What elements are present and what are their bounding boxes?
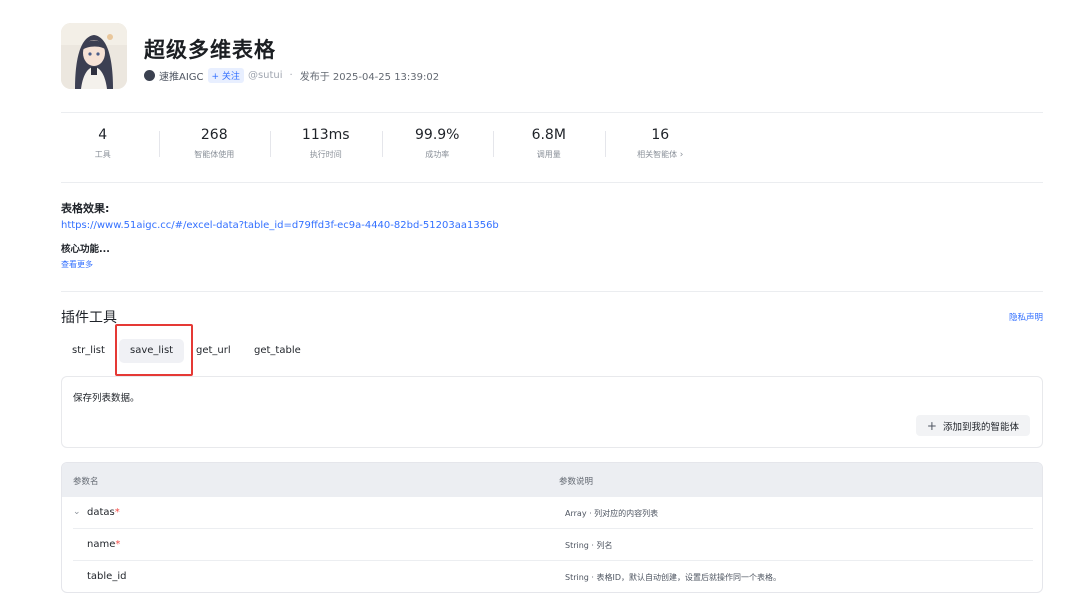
description-heading: 表格效果: (61, 202, 110, 215)
stat-label: 成功率 (425, 150, 450, 159)
privacy-link[interactable]: 隐私声明 (1009, 311, 1043, 323)
stat-label: 工具 (94, 150, 111, 159)
section-title: 插件工具 (61, 310, 117, 326)
col-param-desc: 参数说明 (559, 477, 594, 487)
col-param-name: 参数名 (73, 477, 99, 487)
param-name: name* (87, 539, 121, 550)
stat-label: 执行时间 (309, 150, 342, 159)
stat-exec-time: 113ms 执行时间 (270, 127, 382, 160)
table-row: table_id String · 表格ID，默认自动创建，设置后就操作同一个表… (73, 561, 1033, 592)
tab-get-url[interactable]: get_url (185, 339, 242, 363)
stat-value: 6.8M (531, 127, 566, 143)
stat-value: 113ms (301, 127, 350, 143)
stat-value: 16 (651, 127, 670, 143)
param-desc: String · 列名 (565, 541, 613, 550)
publish-time: 发布于 2025-04-25 13:39:02 (299, 72, 440, 83)
description-core: 核心功能... (61, 244, 110, 255)
stat-value: 99.9% (415, 127, 460, 143)
author-name[interactable]: 速推AIGC (159, 68, 204, 83)
demo-link[interactable]: https://www.51aigc.cc/#/excel-data?table… (61, 220, 499, 231)
stat-success-rate: 99.9% 成功率 (381, 127, 494, 160)
tab-str-list[interactable]: str_list (61, 339, 116, 363)
stat-call-volume: 6.8M 调用量 (493, 127, 605, 160)
add-to-agent-button[interactable]: + 添加到我的智能体 (915, 415, 1030, 436)
params-header: 参数名 参数说明 (62, 463, 1042, 497)
stat-agent-usage: 268 智能体使用 (158, 127, 271, 160)
stat-label: 智能体使用 (194, 150, 235, 159)
stat-label[interactable]: 相关智能体 › (605, 149, 717, 160)
param-name: table_id (87, 571, 127, 582)
see-more-link[interactable]: 查看更多 (61, 259, 93, 270)
params-table: 参数名 参数说明 ⌄ datas* Array · 列对应的内容列表 name*… (61, 462, 1043, 593)
chevron-right-icon: › (679, 150, 684, 160)
table-row: name* String · 列名 (73, 529, 1033, 561)
meta-separator: · (289, 70, 293, 81)
tab-get-table[interactable]: get_table (243, 339, 312, 363)
stat-value: 4 (98, 127, 108, 143)
plus-icon: + (926, 418, 937, 433)
stat-label: 调用量 (536, 150, 561, 159)
stat-label-text: 相关智能体 (637, 150, 678, 159)
required-mark: * (115, 539, 121, 550)
table-row[interactable]: ⌄ datas* Array · 列对应的内容列表 (73, 497, 1033, 529)
stat-related-agents[interactable]: 16 相关智能体 › (604, 127, 717, 160)
divider (61, 182, 1043, 183)
divider (61, 112, 1043, 113)
plugin-avatar (61, 23, 127, 89)
param-desc: String · 表格ID，默认自动创建，设置后就操作同一个表格。 (565, 573, 782, 582)
follow-button[interactable]: + 关注 (207, 68, 244, 83)
chevron-down-icon[interactable]: ⌄ (73, 507, 81, 517)
author-avatar-icon (144, 70, 155, 81)
divider (61, 291, 1043, 292)
add-to-agent-label: 添加到我的智能体 (942, 421, 1019, 433)
required-mark: * (114, 507, 120, 518)
plugin-title: 超级多维表格 (144, 38, 276, 62)
stats-bar: 4 工具 268 智能体使用 113ms 执行时间 99.9% 成功率 6.8M… (47, 127, 716, 160)
stat-tools: 4 工具 (47, 127, 159, 160)
plugin-meta: 速推AIGC + 关注 @sutui · 发布于 2025-04-25 13:3… (144, 68, 439, 83)
highlight-annotation (115, 324, 193, 376)
tool-card: 保存列表数据。 + 添加到我的智能体 (61, 376, 1043, 448)
tool-description: 保存列表数据。 (73, 393, 140, 404)
author-handle: @sutui (247, 70, 283, 81)
stat-value: 268 (200, 127, 228, 143)
avatar-illustration (61, 23, 127, 89)
param-desc: Array · 列对应的内容列表 (565, 509, 659, 518)
param-name: datas* (87, 507, 120, 518)
